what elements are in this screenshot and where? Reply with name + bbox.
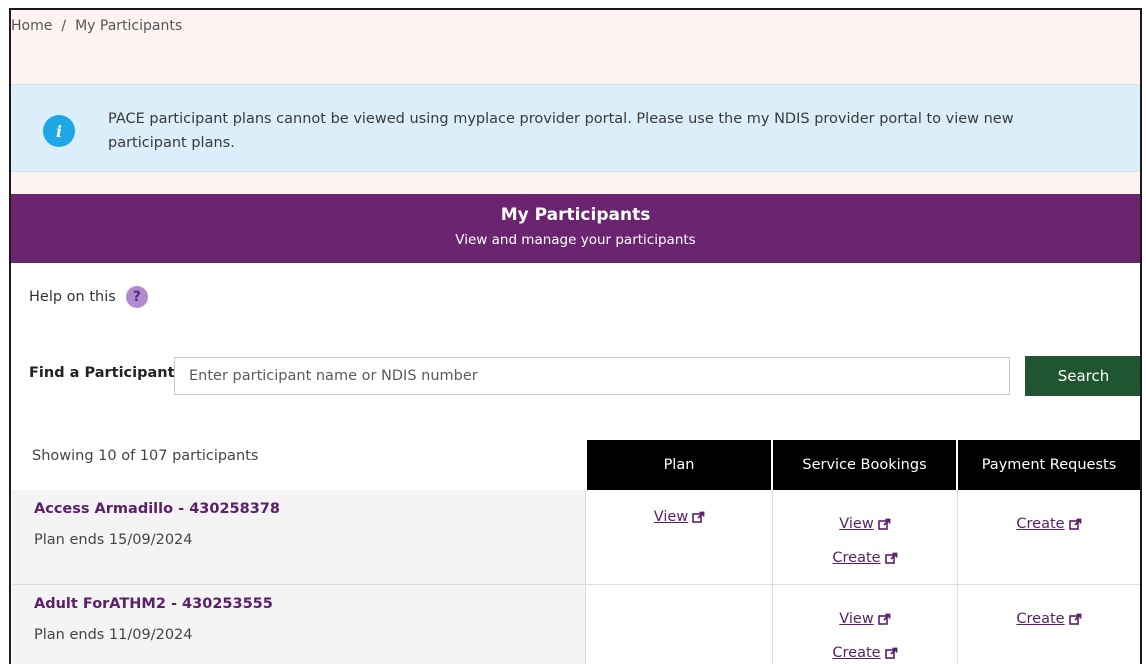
page-title: My Participants: [500, 205, 651, 225]
results-count: Showing 10 of 107 participants: [32, 448, 259, 464]
plan-cell: [587, 585, 773, 664]
help-label: Help on this: [29, 289, 116, 305]
service-booking-view-link[interactable]: View: [773, 516, 957, 532]
payment-request-create-link[interactable]: Create: [958, 611, 1140, 627]
search-button[interactable]: Search: [1025, 356, 1140, 396]
breadcrumb-separator: /: [61, 18, 67, 34]
payment-requests-cell: Create: [958, 585, 1140, 664]
external-link-icon: [877, 518, 891, 530]
participant-cell: Adult ForATHM2 - 430253555 Plan ends 11/…: [12, 585, 586, 664]
service-booking-create-label: Create: [832, 550, 881, 566]
plan-view-label: View: [653, 509, 689, 525]
plan-cell: View: [587, 490, 773, 584]
participant-name-link[interactable]: Adult ForATHM2 - 430253555: [34, 596, 273, 612]
payment-request-create-link[interactable]: Create: [958, 516, 1140, 532]
external-link-icon: [1068, 613, 1081, 625]
external-link-icon: [884, 552, 897, 564]
plan-end-date: Plan ends 11/09/2024: [34, 627, 193, 643]
payment-requests-cell: Create: [958, 490, 1140, 584]
service-booking-create-link[interactable]: Create: [773, 645, 957, 661]
page-header: My Participants View and manage your par…: [11, 194, 1140, 263]
participant-cell: Access Armadillo - 430258378 Plan ends 1…: [12, 490, 586, 584]
info-icon: i: [43, 115, 75, 147]
help-question-icon[interactable]: ?: [125, 286, 148, 308]
breadcrumb-home-link[interactable]: Home: [11, 18, 52, 34]
main-content: My Participants View and manage your par…: [11, 194, 1140, 664]
table-row: Access Armadillo - 430258378 Plan ends 1…: [12, 490, 1140, 584]
info-banner: i PACE participant plans cannot be viewe…: [11, 84, 1140, 172]
column-header-service-bookings: Service Bookings: [773, 440, 956, 490]
help-section: Help on this ?: [29, 286, 148, 308]
service-booking-create-label: Create: [832, 645, 881, 661]
plan-view-link[interactable]: View: [587, 509, 772, 525]
participant-search-input[interactable]: [174, 357, 1010, 395]
service-booking-view-label: View: [839, 516, 874, 532]
breadcrumb-current: My Participants: [75, 18, 183, 34]
find-participant-label: Find a Participant: [29, 365, 175, 381]
external-link-icon: [877, 613, 891, 625]
info-banner-text: PACE participant plans cannot be viewed …: [108, 111, 1014, 151]
external-link-icon: [1068, 518, 1081, 530]
payment-request-create-label: Create: [1016, 516, 1065, 532]
participant-name-link[interactable]: Access Armadillo - 430258378: [34, 501, 280, 517]
payment-request-create-label: Create: [1016, 611, 1065, 627]
service-bookings-cell: View Create: [773, 490, 958, 584]
external-link-icon: [692, 511, 705, 523]
service-booking-view-label: View: [839, 611, 874, 627]
table-row: Adult ForATHM2 - 430253555 Plan ends 11/…: [12, 584, 1140, 664]
service-bookings-cell: View Create: [773, 585, 958, 664]
external-link-icon: [884, 647, 897, 659]
column-header-plan: Plan: [587, 440, 771, 490]
breadcrumb: Home / My Participants: [11, 16, 182, 36]
service-booking-create-link[interactable]: Create: [773, 550, 957, 566]
page-frame: Home / My Participants i PACE participan…: [9, 8, 1142, 664]
service-booking-view-link[interactable]: View: [773, 611, 957, 627]
page-subtitle: View and manage your participants: [455, 232, 696, 248]
plan-end-date: Plan ends 15/09/2024: [34, 532, 193, 548]
column-header-payment-requests: Payment Requests: [958, 440, 1140, 490]
